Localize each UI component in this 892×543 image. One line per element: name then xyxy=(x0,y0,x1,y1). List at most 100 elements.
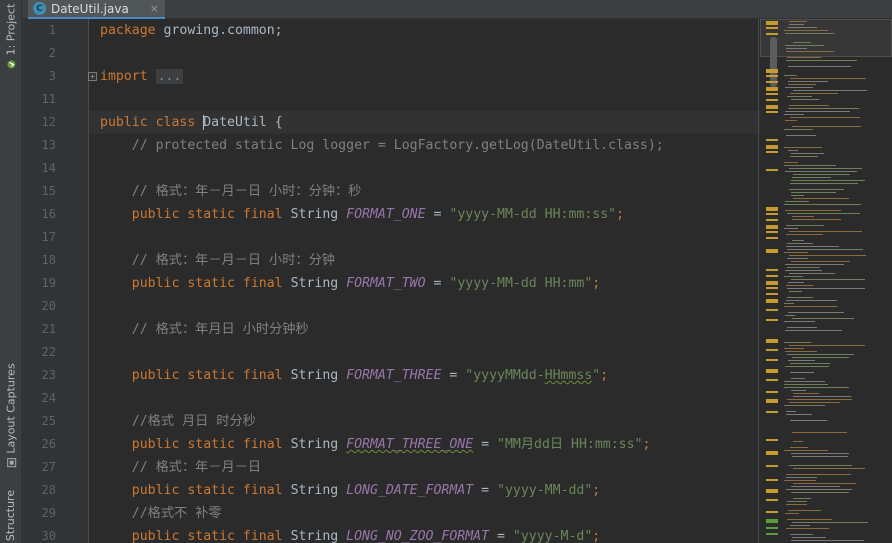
minimap-code-row xyxy=(784,129,813,130)
minimap-code-row xyxy=(790,372,814,373)
code-line: // 格式：年月日 小时分钟秒 xyxy=(100,322,309,337)
typo-underline: HHmmss xyxy=(544,368,593,383)
minimap-code-row xyxy=(785,87,813,88)
warning-stripe-mark[interactable] xyxy=(766,533,778,535)
warning-stripe-mark[interactable] xyxy=(766,309,778,311)
minimap-code-row xyxy=(784,147,822,148)
folded-imports[interactable]: ... xyxy=(155,69,184,84)
minimap-code-row xyxy=(789,345,865,346)
code-editor[interactable]: package growing.common; import ... publi… xyxy=(89,19,762,543)
warning-stripe-mark[interactable] xyxy=(766,275,778,277)
warning-stripe-mark[interactable] xyxy=(766,219,778,221)
warning-stripe-mark[interactable] xyxy=(766,451,778,455)
minimap-code-row xyxy=(786,234,823,235)
warning-stripe-mark[interactable] xyxy=(766,349,778,351)
editor-tab-bar: C DateUtil.java × xyxy=(22,0,892,19)
warning-stripe-mark[interactable] xyxy=(766,81,778,83)
warning-stripe-mark[interactable] xyxy=(766,527,778,529)
code-line: package growing.common; xyxy=(100,23,283,38)
minimap-code-row xyxy=(789,273,835,274)
minimap-code-row xyxy=(787,249,863,250)
line-number: 25 xyxy=(41,414,56,428)
code-minimap[interactable] xyxy=(760,19,892,543)
warning-stripe-mark[interactable] xyxy=(766,225,778,229)
warning-stripe-mark[interactable] xyxy=(766,27,778,29)
warning-stripe-mark[interactable] xyxy=(766,299,778,303)
warning-stripe-mark[interactable] xyxy=(766,359,778,361)
minimap-code-row xyxy=(786,48,807,49)
warning-stripe-mark[interactable] xyxy=(766,391,778,393)
warning-stripe-mark[interactable] xyxy=(766,99,778,101)
minimap-code-row xyxy=(788,108,859,109)
code-line: import ... xyxy=(100,69,184,84)
warning-stripe-mark[interactable] xyxy=(766,231,778,233)
warning-stripe-mark[interactable] xyxy=(766,21,778,25)
warning-stripe-mark[interactable] xyxy=(766,519,778,523)
minimap-code-row xyxy=(790,93,838,94)
vertical-scrollbar-thumb[interactable] xyxy=(770,37,777,87)
minimap-code-row xyxy=(785,171,857,172)
minimap-code-row xyxy=(792,522,868,523)
warning-stripe-mark[interactable] xyxy=(766,499,778,501)
minimap-code-row xyxy=(785,120,797,121)
warning-stripe-mark[interactable] xyxy=(766,479,778,481)
warning-stripe-mark[interactable] xyxy=(766,489,778,493)
warning-stripe-mark[interactable] xyxy=(766,33,778,35)
close-tab-icon[interactable]: × xyxy=(150,2,159,15)
minimap-code-row xyxy=(792,177,831,178)
minimap-code-row xyxy=(793,42,811,43)
warning-stripe-mark[interactable] xyxy=(766,369,778,373)
warning-stripe-mark[interactable] xyxy=(766,269,778,271)
warning-stripe-mark[interactable] xyxy=(766,93,778,95)
code-line: public static final String FORMAT_TWO = … xyxy=(100,276,601,291)
warning-stripe-mark[interactable] xyxy=(766,111,778,113)
line-number: 16 xyxy=(41,207,56,221)
warning-stripe-mark[interactable] xyxy=(766,293,778,295)
line-number: 27 xyxy=(41,460,56,474)
warning-stripe-mark[interactable] xyxy=(766,105,778,109)
warning-stripe-mark[interactable] xyxy=(766,399,778,403)
minimap-code-row xyxy=(784,162,798,163)
warning-stripe-mark[interactable] xyxy=(766,287,778,289)
warning-stripe-mark[interactable] xyxy=(766,139,778,141)
code-line: //格式不 补零 xyxy=(100,506,222,521)
line-number: 11 xyxy=(41,92,56,106)
layout-captures-tool-tab[interactable]: Layout Captures xyxy=(0,363,22,467)
line-number: 26 xyxy=(41,437,56,451)
minimap-code-row xyxy=(786,474,851,475)
minimap-code-row xyxy=(784,303,794,304)
minimap-code-row xyxy=(790,183,858,184)
warning-stripe-mark[interactable] xyxy=(766,169,778,171)
warning-stripe-mark[interactable] xyxy=(766,237,778,239)
line-number: 12 xyxy=(41,115,56,129)
warning-stripe-mark[interactable] xyxy=(766,75,778,77)
warning-stripe-mark[interactable] xyxy=(766,465,778,467)
project-tool-tab[interactable]: 1: Project xyxy=(0,0,22,72)
warning-stripe-mark[interactable] xyxy=(766,281,778,285)
minimap-code-row xyxy=(784,30,828,31)
warning-stripe-mark[interactable] xyxy=(766,411,778,413)
warning-stripe-mark[interactable] xyxy=(766,145,778,149)
warning-stripe-mark[interactable] xyxy=(766,213,778,215)
structure-tool-tab[interactable]: Structure xyxy=(0,488,22,543)
warning-stripe-mark[interactable] xyxy=(766,339,778,343)
warning-stripe-mark[interactable] xyxy=(766,87,778,91)
warning-stripe-mark[interactable] xyxy=(766,511,778,513)
minimap-code-row xyxy=(784,348,804,349)
warning-stripe-mark[interactable] xyxy=(766,319,778,321)
code-line: //格式 月日 时分秒 xyxy=(100,414,256,429)
editor-tab-dateutil[interactable]: C DateUtil.java × xyxy=(28,0,165,19)
warning-stripe-mark[interactable] xyxy=(766,439,778,441)
warning-stripe-mark[interactable] xyxy=(766,249,778,253)
warning-stripe-mark[interactable] xyxy=(766,207,778,211)
minimap-code-row xyxy=(791,195,804,196)
line-number: 18 xyxy=(41,253,56,267)
warning-stripe-mark[interactable] xyxy=(766,379,778,381)
warning-stripe-mark[interactable] xyxy=(766,151,778,153)
minimap-code-row xyxy=(793,483,856,484)
minimap-code-row xyxy=(789,105,829,106)
minimap-code-row xyxy=(792,126,861,127)
warning-stripe-mark[interactable] xyxy=(766,69,778,73)
minimap-code-row xyxy=(793,498,811,499)
minimap-code-row xyxy=(789,291,802,292)
